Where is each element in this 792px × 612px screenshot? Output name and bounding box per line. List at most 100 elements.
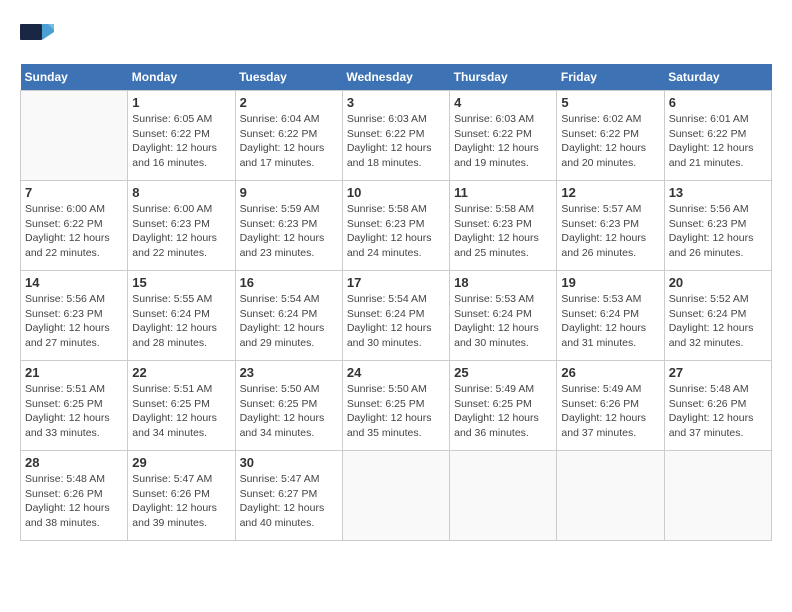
day-number: 25 — [454, 365, 552, 380]
day-info: Sunrise: 5:53 AM Sunset: 6:24 PM Dayligh… — [454, 292, 552, 351]
calendar-cell — [21, 91, 128, 181]
calendar-cell: 12 Sunrise: 5:57 AM Sunset: 6:23 PM Dayli… — [557, 181, 664, 271]
day-number: 21 — [25, 365, 123, 380]
day-info: Sunrise: 6:03 AM Sunset: 6:22 PM Dayligh… — [454, 112, 552, 171]
day-number: 2 — [240, 95, 338, 110]
calendar-cell: 22 Sunrise: 5:51 AM Sunset: 6:25 PM Dayli… — [128, 361, 235, 451]
day-number: 26 — [561, 365, 659, 380]
day-info: Sunrise: 5:54 AM Sunset: 6:24 PM Dayligh… — [240, 292, 338, 351]
day-info: Sunrise: 5:47 AM Sunset: 6:26 PM Dayligh… — [132, 472, 230, 531]
day-number: 13 — [669, 185, 767, 200]
day-number: 17 — [347, 275, 445, 290]
day-info: Sunrise: 5:58 AM Sunset: 6:23 PM Dayligh… — [347, 202, 445, 261]
calendar-cell: 17 Sunrise: 5:54 AM Sunset: 6:24 PM Dayli… — [342, 271, 449, 361]
day-info: Sunrise: 5:58 AM Sunset: 6:23 PM Dayligh… — [454, 202, 552, 261]
day-number: 11 — [454, 185, 552, 200]
day-info: Sunrise: 5:48 AM Sunset: 6:26 PM Dayligh… — [669, 382, 767, 441]
day-info: Sunrise: 5:51 AM Sunset: 6:25 PM Dayligh… — [25, 382, 123, 441]
day-info: Sunrise: 5:59 AM Sunset: 6:23 PM Dayligh… — [240, 202, 338, 261]
column-header-tuesday: Tuesday — [235, 64, 342, 91]
column-header-saturday: Saturday — [664, 64, 771, 91]
day-info: Sunrise: 5:50 AM Sunset: 6:25 PM Dayligh… — [240, 382, 338, 441]
calendar-cell: 26 Sunrise: 5:49 AM Sunset: 6:26 PM Dayli… — [557, 361, 664, 451]
calendar-table: SundayMondayTuesdayWednesdayThursdayFrid… — [20, 64, 772, 541]
calendar-cell: 24 Sunrise: 5:50 AM Sunset: 6:25 PM Dayli… — [342, 361, 449, 451]
day-info: Sunrise: 5:56 AM Sunset: 6:23 PM Dayligh… — [669, 202, 767, 261]
day-info: Sunrise: 6:02 AM Sunset: 6:22 PM Dayligh… — [561, 112, 659, 171]
page-header — [20, 20, 772, 48]
calendar-cell: 13 Sunrise: 5:56 AM Sunset: 6:23 PM Dayli… — [664, 181, 771, 271]
day-info: Sunrise: 5:53 AM Sunset: 6:24 PM Dayligh… — [561, 292, 659, 351]
day-number: 10 — [347, 185, 445, 200]
column-header-monday: Monday — [128, 64, 235, 91]
calendar-cell: 25 Sunrise: 5:49 AM Sunset: 6:25 PM Dayli… — [450, 361, 557, 451]
calendar-cell: 8 Sunrise: 6:00 AM Sunset: 6:23 PM Daylig… — [128, 181, 235, 271]
calendar-cell: 7 Sunrise: 6:00 AM Sunset: 6:22 PM Daylig… — [21, 181, 128, 271]
calendar-cell: 16 Sunrise: 5:54 AM Sunset: 6:24 PM Dayli… — [235, 271, 342, 361]
day-info: Sunrise: 5:57 AM Sunset: 6:23 PM Dayligh… — [561, 202, 659, 261]
calendar-cell: 1 Sunrise: 6:05 AM Sunset: 6:22 PM Daylig… — [128, 91, 235, 181]
day-info: Sunrise: 5:47 AM Sunset: 6:27 PM Dayligh… — [240, 472, 338, 531]
column-header-friday: Friday — [557, 64, 664, 91]
calendar-cell — [450, 451, 557, 541]
calendar-cell: 23Sunrise: 5:50 AM Sunset: 6:25 PM Dayli… — [235, 361, 342, 451]
day-info: Sunrise: 6:05 AM Sunset: 6:22 PM Dayligh… — [132, 112, 230, 171]
calendar-cell — [557, 451, 664, 541]
day-number: 12 — [561, 185, 659, 200]
day-info: Sunrise: 6:00 AM Sunset: 6:23 PM Dayligh… — [132, 202, 230, 261]
calendar-cell: 19 Sunrise: 5:53 AM Sunset: 6:24 PM Dayli… — [557, 271, 664, 361]
day-number: 22 — [132, 365, 230, 380]
day-number: 20 — [669, 275, 767, 290]
day-number: 16 — [240, 275, 338, 290]
calendar-cell: 15 Sunrise: 5:55 AM Sunset: 6:24 PM Dayli… — [128, 271, 235, 361]
calendar-cell: 6 Sunrise: 6:01 AM Sunset: 6:22 PM Daylig… — [664, 91, 771, 181]
logo-icon — [20, 20, 56, 48]
logo — [20, 20, 60, 48]
week-row-2: 7 Sunrise: 6:00 AM Sunset: 6:22 PM Daylig… — [21, 181, 772, 271]
calendar-cell — [664, 451, 771, 541]
calendar-cell: 20 Sunrise: 5:52 AM Sunset: 6:24 PM Dayli… — [664, 271, 771, 361]
calendar-cell: 28Sunrise: 5:48 AM Sunset: 6:26 PM Dayli… — [21, 451, 128, 541]
day-info: Sunrise: 5:52 AM Sunset: 6:24 PM Dayligh… — [669, 292, 767, 351]
column-header-sunday: Sunday — [21, 64, 128, 91]
day-number: 6 — [669, 95, 767, 110]
day-info: Sunrise: 5:49 AM Sunset: 6:25 PM Dayligh… — [454, 382, 552, 441]
calendar-cell: 4 Sunrise: 6:03 AM Sunset: 6:22 PM Daylig… — [450, 91, 557, 181]
day-number: 18 — [454, 275, 552, 290]
calendar-cell: 5 Sunrise: 6:02 AM Sunset: 6:22 PM Daylig… — [557, 91, 664, 181]
week-row-4: 21 Sunrise: 5:51 AM Sunset: 6:25 PM Dayli… — [21, 361, 772, 451]
day-number: 9 — [240, 185, 338, 200]
day-info: Sunrise: 6:04 AM Sunset: 6:22 PM Dayligh… — [240, 112, 338, 171]
calendar-cell: 21 Sunrise: 5:51 AM Sunset: 6:25 PM Dayli… — [21, 361, 128, 451]
calendar-cell — [342, 451, 449, 541]
day-number: 5 — [561, 95, 659, 110]
day-number: 4 — [454, 95, 552, 110]
calendar-cell: 3 Sunrise: 6:03 AM Sunset: 6:22 PM Daylig… — [342, 91, 449, 181]
week-row-3: 14Sunrise: 5:56 AM Sunset: 6:23 PM Dayli… — [21, 271, 772, 361]
week-row-1: 1 Sunrise: 6:05 AM Sunset: 6:22 PM Daylig… — [21, 91, 772, 181]
day-number: 7 — [25, 185, 123, 200]
calendar-cell: 18 Sunrise: 5:53 AM Sunset: 6:24 PM Dayli… — [450, 271, 557, 361]
day-info: Sunrise: 6:00 AM Sunset: 6:22 PM Dayligh… — [25, 202, 123, 261]
calendar-cell: 14Sunrise: 5:56 AM Sunset: 6:23 PM Dayli… — [21, 271, 128, 361]
day-number: 8 — [132, 185, 230, 200]
day-info: Sunrise: 5:49 AM Sunset: 6:26 PM Dayligh… — [561, 382, 659, 441]
day-info: Sunrise: 5:55 AM Sunset: 6:24 PM Dayligh… — [132, 292, 230, 351]
day-number: 1 — [132, 95, 230, 110]
day-number: 19 — [561, 275, 659, 290]
calendar-cell: 11 Sunrise: 5:58 AM Sunset: 6:23 PM Dayli… — [450, 181, 557, 271]
day-number: 28 — [25, 455, 123, 470]
day-number: 15 — [132, 275, 230, 290]
day-info: Sunrise: 5:50 AM Sunset: 6:25 PM Dayligh… — [347, 382, 445, 441]
header-row: SundayMondayTuesdayWednesdayThursdayFrid… — [21, 64, 772, 91]
day-info: Sunrise: 5:51 AM Sunset: 6:25 PM Dayligh… — [132, 382, 230, 441]
calendar-cell: 30 Sunrise: 5:47 AM Sunset: 6:27 PM Dayli… — [235, 451, 342, 541]
day-info: Sunrise: 6:03 AM Sunset: 6:22 PM Dayligh… — [347, 112, 445, 171]
day-info: Sunrise: 5:56 AM Sunset: 6:23 PM Dayligh… — [25, 292, 123, 351]
day-number: 3 — [347, 95, 445, 110]
day-info: Sunrise: 5:54 AM Sunset: 6:24 PM Dayligh… — [347, 292, 445, 351]
day-number: 24 — [347, 365, 445, 380]
day-number: 27 — [669, 365, 767, 380]
day-info: Sunrise: 6:01 AM Sunset: 6:22 PM Dayligh… — [669, 112, 767, 171]
day-number: 30 — [240, 455, 338, 470]
